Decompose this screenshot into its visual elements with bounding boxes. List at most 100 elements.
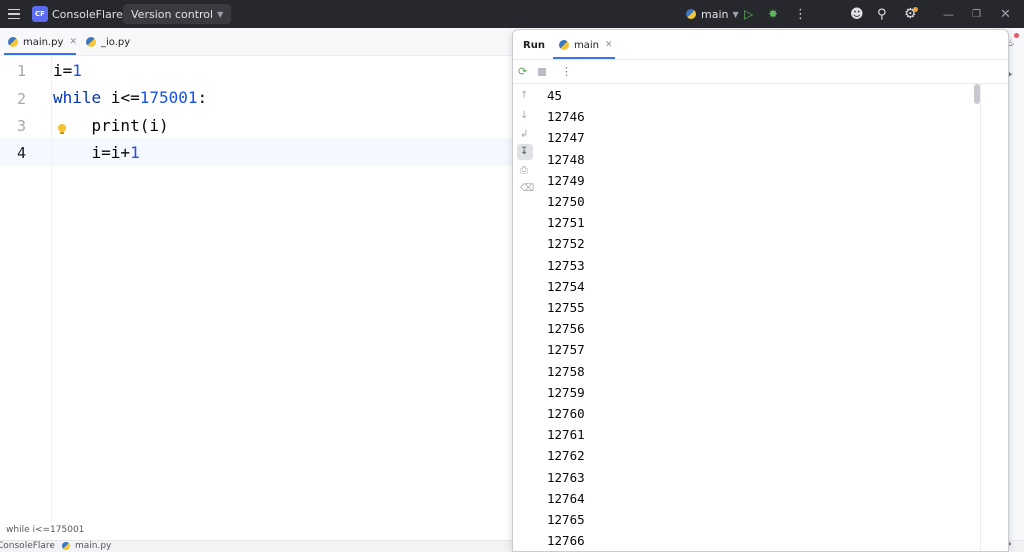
stop-icon[interactable] <box>538 68 546 76</box>
code-token: : <box>197 88 208 107</box>
code-token: 175001 <box>139 88 198 107</box>
console-output-line: 12749 <box>547 172 585 188</box>
code-token: 1 <box>72 61 82 80</box>
console-output[interactable]: 45 12746 12747 12748 12749 12750 12751 12752 127… <box>547 84 977 551</box>
arrow-up-icon[interactable]: ↑ <box>520 90 528 101</box>
version-control-label: Version control <box>131 7 214 21</box>
update-indicator-dot <box>913 7 918 12</box>
run-header: Run main ✕ <box>513 30 1008 60</box>
python-icon <box>686 9 696 19</box>
run-config-label: main <box>701 7 729 21</box>
editor-tab-bar: main.py ✕ _io.py <box>0 28 512 56</box>
chevron-down-icon: ▼ <box>217 9 224 19</box>
tab-label: main.py <box>23 36 64 48</box>
console-output-line: 12750 <box>547 194 585 209</box>
console-output-line: 12761 <box>547 427 585 443</box>
console-output-line: 12757 <box>547 342 585 358</box>
debug-icon[interactable]: ✸ <box>768 0 778 28</box>
restore-window-icon[interactable]: ❐ <box>972 0 981 28</box>
console-output-line: 12746 <box>547 109 585 125</box>
rerun-icon[interactable]: ⟳ <box>518 65 527 78</box>
search-icon[interactable]: ⚲ <box>877 0 887 28</box>
console-output-line: 12766 <box>547 533 585 549</box>
line-number: 3 <box>16 117 26 135</box>
console-output-line: 12755 <box>547 300 585 315</box>
code-token: i<= <box>101 88 140 107</box>
run-window-title[interactable]: Run <box>523 40 545 51</box>
more-actions-icon[interactable]: ⋮ <box>794 0 807 28</box>
soft-wrap-icon[interactable]: ↲ <box>520 129 528 140</box>
chevron-down-icon: ▼ <box>732 9 739 19</box>
python-icon <box>559 40 569 50</box>
line-number: 4 <box>16 144 26 162</box>
close-tab-icon[interactable]: ✕ <box>605 40 613 50</box>
code-token: while <box>53 88 102 107</box>
python-file-icon <box>62 542 70 550</box>
close-window-icon[interactable]: ✕ <box>1000 0 1011 28</box>
code-editor[interactable]: 1 2 3 4 i=1 while i<=175001: print(i) i=… <box>0 56 512 522</box>
minimize-window-icon[interactable]: — <box>943 0 954 28</box>
run-icon[interactable]: ▷ <box>744 0 753 28</box>
tab-io-py[interactable]: _io.py <box>86 28 130 56</box>
console-output-line: 12763 <box>547 469 585 485</box>
code-token: print(i) <box>53 116 169 135</box>
project-badge: CF <box>32 6 48 22</box>
arrow-down-icon[interactable]: ↓ <box>520 110 528 121</box>
console-output-line: 12752 <box>547 236 585 252</box>
console-output-line: 12747 <box>547 130 585 146</box>
tab-label: _io.py <box>101 36 131 48</box>
line-number-gutter: 1 2 3 4 <box>0 56 52 522</box>
console-output-line: 12758 <box>547 363 585 379</box>
console-output-line: 12759 <box>547 384 585 400</box>
code-line[interactable]: i=1 <box>53 61 82 80</box>
code-line[interactable]: print(i) <box>53 116 169 135</box>
status-project[interactable]: ConsoleFlare <box>0 541 55 551</box>
notification-badge-dot <box>1014 33 1019 38</box>
console-output-line: 12754 <box>547 278 585 294</box>
console-output-line: 12756 <box>547 321 585 337</box>
console-output-line: 12762 <box>547 448 585 464</box>
code-line[interactable]: i=i+1 <box>53 143 140 162</box>
project-name: ConsoleFlare <box>52 7 123 21</box>
run-configuration-selector[interactable]: main ▼ <box>686 0 739 28</box>
code-line[interactable]: while i<=175001: <box>53 88 207 107</box>
add-user-icon[interactable]: ☻ <box>850 0 864 28</box>
code-token: 1 <box>130 143 140 162</box>
run-tab-label: main <box>574 39 599 51</box>
chevron-right-icon: › <box>50 541 54 551</box>
code-token: i= <box>53 61 73 80</box>
console-output-line: 12753 <box>547 257 585 273</box>
console-output-line: 12748 <box>547 151 585 167</box>
python-file-icon <box>86 37 96 47</box>
main-menu-icon[interactable] <box>6 0 22 28</box>
run-tab-main[interactable]: main ✕ <box>559 30 621 60</box>
version-control-button[interactable]: Version control ▼ <box>123 4 232 24</box>
console-output-line: 12765 <box>547 512 585 527</box>
console-output-line: 12751 <box>547 215 585 231</box>
python-file-icon <box>8 37 18 47</box>
trash-icon[interactable]: ⌫ <box>520 183 534 194</box>
active-tab-indicator <box>553 57 615 59</box>
status-file[interactable]: main.py <box>62 541 111 551</box>
scroll-to-end-icon[interactable]: ↧ <box>520 146 528 157</box>
console-output-line: 12760 <box>547 406 585 421</box>
breadcrumb-hint[interactable]: while i<=175001 <box>6 525 84 535</box>
line-number: 2 <box>16 90 26 108</box>
print-icon[interactable]: ⎙ <box>520 165 528 176</box>
console-side-toolbar: ↑ ↓ ↲ ↧ ⎙ ⌫ <box>513 84 537 551</box>
active-tab-indicator <box>4 53 76 55</box>
run-toolbar: ⟳ ⋮ <box>513 60 1008 84</box>
code-token: i=i+ <box>53 143 131 162</box>
console-output-line: 45 <box>547 88 563 103</box>
title-bar: CF ConsoleFlare ▼ Version control ▼ main… <box>0 0 1024 28</box>
tab-main-py[interactable]: main.py ✕ <box>8 28 77 56</box>
settings-gear-icon[interactable]: ⚙ <box>904 0 917 28</box>
close-tab-icon[interactable]: ✕ <box>69 37 77 47</box>
line-number: 1 <box>16 62 26 80</box>
divider <box>980 84 981 551</box>
project-selector[interactable]: ConsoleFlare ▼ <box>52 0 133 28</box>
status-file-label: main.py <box>75 541 112 551</box>
run-tool-window: Run main ✕ ⟳ ⋮ ↑ ↓ ↲ ↧ ⎙ ⌫ 45 12746 12747 1… <box>512 29 1009 552</box>
console-output-line: 12764 <box>547 490 585 506</box>
more-options-icon[interactable]: ⋮ <box>561 65 572 78</box>
